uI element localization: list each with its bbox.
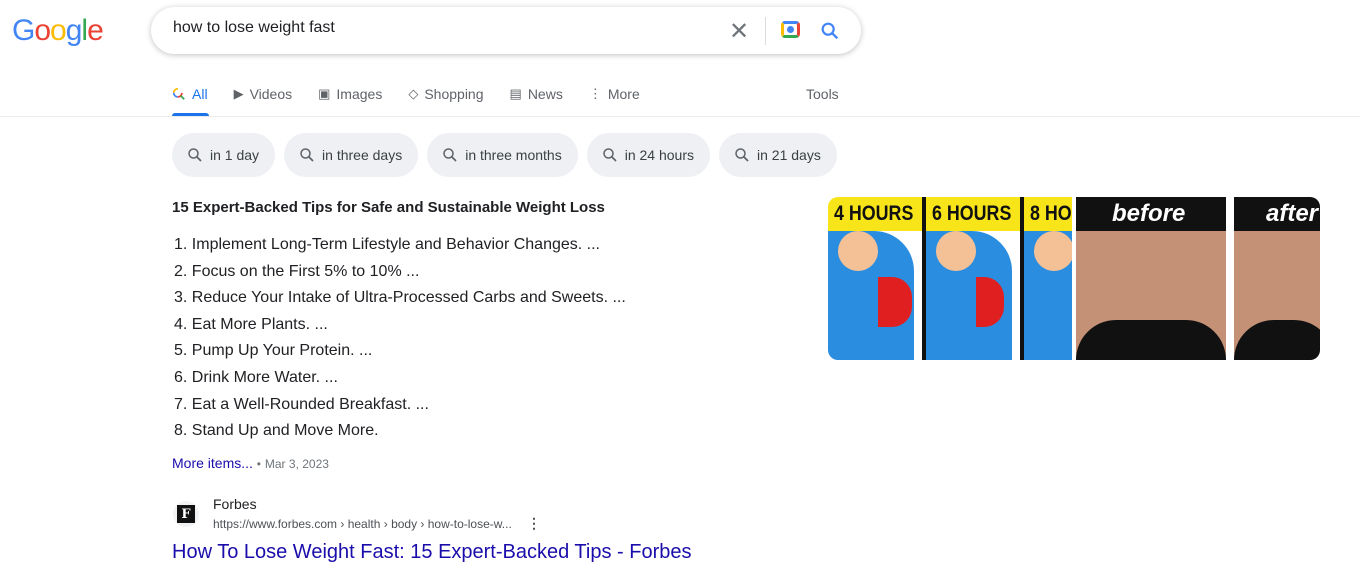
search-icon [443, 148, 457, 162]
forbes-favicon: F [173, 501, 199, 527]
search-tabs: All ▶ Videos ▣ Images ◇ Shopping ▤ News ⋮ Mor… [172, 84, 666, 116]
divider [0, 116, 1360, 117]
chip-label: in 21 days [757, 147, 821, 163]
list-item: 3. Reduce Your Intake of Ultra-Processed… [174, 289, 626, 307]
tab-images[interactable]: ▣ Images [318, 84, 382, 104]
search-icon [172, 87, 185, 100]
tools-button[interactable]: Tools [806, 86, 839, 102]
more-items-row: More items... • Mar 3, 2023 [172, 455, 329, 471]
newspaper-icon: ▤ [509, 86, 522, 101]
result-url[interactable]: https://www.forbes.com › health › body ›… [213, 517, 512, 531]
tab-videos[interactable]: ▶ Videos [234, 84, 293, 104]
chip-label: in 24 hours [624, 147, 694, 163]
search-icon [602, 148, 617, 162]
tab-label: Videos [249, 86, 293, 102]
image-label: 8 HOURS [1030, 202, 1072, 225]
tab-all[interactable]: All [172, 84, 208, 104]
result-site-name[interactable]: Forbes [213, 496, 257, 512]
kebab-icon: ⋮ [588, 86, 602, 101]
result-title-link[interactable]: How To Lose Weight Fast: 15 Expert-Backe… [172, 541, 692, 564]
search-input[interactable] [173, 19, 693, 37]
search-icon [735, 148, 749, 162]
tag-icon: ◇ [408, 86, 419, 101]
kebab-icon[interactable]: ⋮ [527, 515, 541, 532]
list-item: 4. Eat More Plants. ... [174, 315, 328, 333]
tab-label: All [192, 86, 208, 102]
list-item: 6. Drink More Water. ... [174, 368, 338, 386]
list-item: 5. Pump Up Your Protein. ... [174, 342, 373, 360]
image-label: before [1112, 200, 1186, 227]
snippet-list: 1. Implement Long-Term Lifestyle and Beh… [174, 232, 626, 445]
tab-shopping[interactable]: ◇ Shopping [408, 84, 483, 104]
tab-news[interactable]: ▤ News [510, 84, 563, 104]
chip[interactable]: in three months [427, 133, 578, 177]
more-items-link[interactable]: More items... [172, 455, 253, 471]
refinement-chips: in 1 day in three days in three months i… [172, 133, 837, 177]
snippet-images: 4 HOURS 6 HOURS 8 HOURS before after [828, 197, 1320, 360]
search-box: ✕ [151, 7, 861, 54]
chip-label: in three days [322, 147, 403, 163]
chip[interactable]: in 21 days [719, 133, 837, 177]
image-label: after [1266, 200, 1319, 227]
clear-icon[interactable]: ✕ [729, 17, 749, 46]
image-label: 6 HOURS [932, 202, 1012, 225]
chip[interactable]: in 24 hours [586, 133, 710, 177]
search-icon [188, 148, 202, 162]
chip[interactable]: in 1 day [172, 133, 276, 177]
list-item: 2. Focus on the First 5% to 10% ... [174, 262, 420, 280]
tab-label: Images [336, 86, 383, 102]
image-icon: ▣ [318, 86, 331, 101]
tab-label: News [527, 86, 563, 102]
divider [765, 17, 766, 45]
image-label: 4 HOURS [834, 202, 914, 225]
camera-lens-icon[interactable] [781, 21, 800, 38]
search-icon[interactable] [819, 20, 841, 42]
list-item: 7. Eat a Well-Rounded Breakfast. ... [174, 395, 429, 413]
play-icon: ▶ [233, 86, 244, 101]
chip-label: in three months [465, 147, 562, 163]
list-item: 8. Stand Up and Move More. [174, 422, 379, 440]
search-icon [300, 148, 314, 162]
list-item: 1. Implement Long-Term Lifestyle and Beh… [174, 236, 600, 253]
tab-label: More [607, 86, 640, 102]
before-after-image[interactable]: before after [1076, 197, 1320, 360]
hours-illustration-image[interactable]: 4 HOURS 6 HOURS 8 HOURS [828, 197, 1072, 360]
google-logo[interactable]: Google [12, 14, 104, 48]
tab-label: Shopping [424, 86, 484, 102]
snippet-date: Mar 3, 2023 [264, 457, 329, 471]
snippet-heading: 15 Expert-Backed Tips for Safe and Susta… [172, 199, 605, 216]
chip[interactable]: in three days [284, 133, 419, 177]
favicon-letter: F [177, 505, 195, 523]
tab-more[interactable]: ⋮ More [589, 84, 640, 104]
chip-label: in 1 day [210, 147, 260, 163]
